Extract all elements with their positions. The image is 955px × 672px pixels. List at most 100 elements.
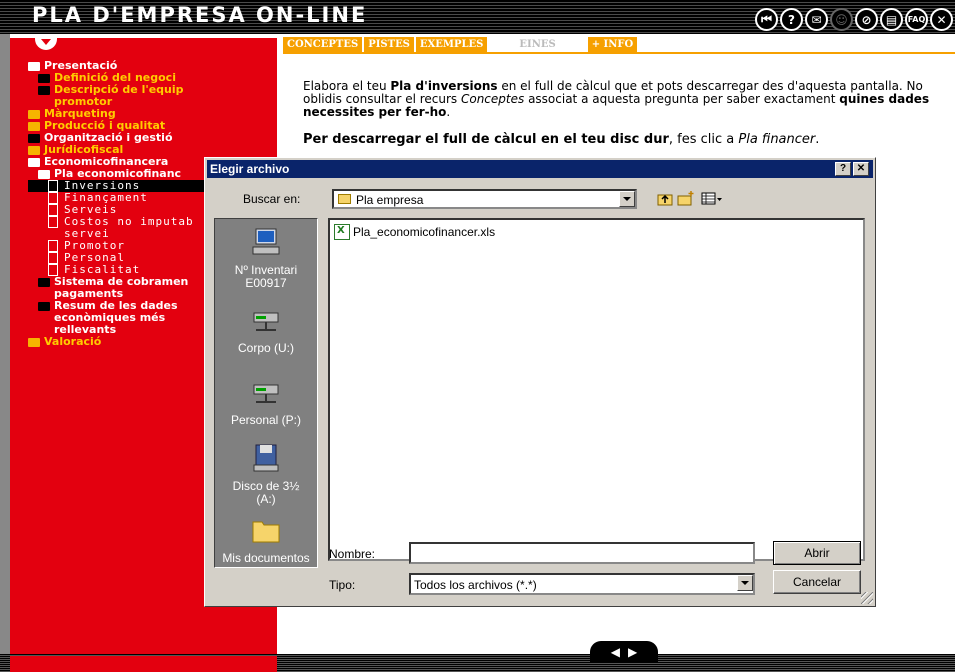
- open-folder-icon: [38, 169, 50, 179]
- tab-conceptes[interactable]: CONCEPTES: [283, 37, 363, 52]
- sidebar-item[interactable]: promotor: [28, 96, 278, 108]
- sidebar-item[interactable]: Definició del negoci: [28, 72, 278, 84]
- place-computer[interactable]: Nº Inventari E00917: [215, 227, 317, 290]
- file-type-dropdown[interactable]: Todos los archivos (*.*): [409, 573, 755, 595]
- cancel-button[interactable]: Cancelar: [773, 570, 861, 594]
- place-corpo[interactable]: Corpo (U:): [215, 305, 317, 355]
- sidebar-item[interactable]: Jurídicofiscal: [28, 144, 278, 156]
- prev-page-icon[interactable]: ◀: [611, 645, 620, 659]
- sidebar-item-label: Serveis: [64, 204, 118, 216]
- place-label: Corpo (U:): [237, 341, 294, 355]
- tab-exemples[interactable]: EXEMPLES: [415, 37, 488, 52]
- folder-icon: [38, 301, 50, 311]
- dialog-titlebar: Elegir archivo ? ✕: [207, 160, 873, 178]
- mail-icon[interactable]: ✉: [805, 8, 828, 31]
- sidebar-item-label: Organització i gestió: [44, 132, 173, 144]
- place-personal[interactable]: Personal (P:): [215, 377, 317, 427]
- sidebar-item-label: econòmiques més: [54, 312, 166, 324]
- computer-icon: [252, 228, 280, 255]
- place-label: Personal (P:): [230, 413, 302, 427]
- sidebar-item-label: servei: [64, 228, 110, 240]
- tab-info[interactable]: + INFO: [587, 37, 638, 52]
- up-folder-icon[interactable]: [657, 191, 673, 206]
- folder-icon: [338, 194, 351, 204]
- dialog-title: Elegir archivo: [210, 162, 290, 176]
- sidebar-item[interactable]: Presentació: [28, 60, 278, 72]
- home-back-icon[interactable]: ⏮: [755, 8, 778, 31]
- file-list[interactable]: Pla_economicofinancer.xls: [328, 218, 865, 561]
- text: Elabora el teu: [303, 79, 391, 93]
- sidebar-item-label: Valoració: [44, 336, 102, 348]
- sidebar-item-label: Inversions: [64, 180, 141, 192]
- document-icon: [48, 216, 58, 228]
- folder-icon: [38, 277, 50, 287]
- text: .: [446, 105, 451, 119]
- folder-icon: [28, 133, 40, 143]
- header-toolbar: ⏮ ? ✉ ☺ ⊘ ▤ FAQ ✕: [755, 8, 953, 31]
- folder-icon: [252, 521, 280, 543]
- user-icon: ☺: [830, 8, 853, 31]
- new-folder-icon[interactable]: [677, 190, 695, 206]
- sidebar-item-label: Personal: [64, 252, 125, 264]
- sidebar-item[interactable]: Descripció de l'equip: [28, 84, 278, 96]
- sidebar-item-label: Costos no imputab: [64, 216, 194, 228]
- sidebar-item-label: Economicofinancera: [44, 156, 169, 168]
- chevron-down-icon[interactable]: [737, 575, 753, 591]
- open-button[interactable]: Abrir: [773, 541, 861, 565]
- file-item[interactable]: Pla_economicofinancer.xls: [334, 224, 495, 240]
- pla-financer-link[interactable]: Pla financer: [738, 132, 815, 147]
- document-icon: [48, 192, 58, 204]
- folder-icon: [28, 109, 40, 119]
- sidebar-item-label: Fiscalitat: [64, 264, 141, 276]
- folder-icon: [28, 337, 40, 347]
- folder-icon: [38, 73, 50, 83]
- sidebar-item-label: Promotor: [64, 240, 125, 252]
- resize-grip-icon[interactable]: [861, 592, 873, 604]
- place-label-2: E00917: [245, 276, 287, 290]
- app-header: PLA D'EMPRESA ON-LINE ⏮ ? ✉ ☺ ⊘ ▤ FAQ ✕: [0, 0, 955, 34]
- view-menu-icon[interactable]: [701, 191, 723, 206]
- chevron-down-icon[interactable]: [619, 191, 635, 207]
- places-bar: Nº Inventari E00917 Corpo (U:) Personal …: [214, 218, 318, 568]
- open-folder-icon: [28, 61, 40, 71]
- tab-pistes[interactable]: PISTES: [364, 37, 414, 52]
- place-label: Mis documentos: [222, 551, 310, 565]
- next-page-icon[interactable]: ▶: [628, 645, 637, 659]
- sidebar-item[interactable]: Màrqueting: [28, 108, 278, 120]
- sidebar-item-label: Pla economicofinanc: [54, 168, 182, 180]
- folder-icon: [28, 121, 40, 131]
- document-icon: [48, 240, 58, 252]
- file-type-value: Todos los archivos (*.*): [414, 578, 537, 592]
- text: , fes clic a: [668, 132, 739, 147]
- look-in-dropdown[interactable]: Pla empresa: [332, 189, 637, 209]
- file-dialog: Elegir archivo ? ✕ Buscar en: Pla empres…: [204, 157, 876, 607]
- dialog-help-button[interactable]: ?: [835, 162, 851, 176]
- sidebar-item-label: Presentació: [44, 60, 118, 72]
- resource-tabs: CONCEPTES PISTES EXEMPLES EINES + INFO: [283, 37, 638, 52]
- sidebar-item[interactable]: Organització i gestió: [28, 132, 278, 144]
- open-folder-icon: [28, 157, 40, 167]
- network-drive-icon: [253, 384, 279, 403]
- text: .: [815, 132, 820, 147]
- sidebar-item-label: Màrqueting: [44, 108, 116, 120]
- place-label-2: (A:): [256, 492, 276, 506]
- faq-icon[interactable]: FAQ: [905, 8, 928, 31]
- place-floppy[interactable]: Disco de 3½ (A:): [215, 443, 317, 506]
- tab-eines: EINES: [489, 37, 586, 52]
- page-nav: ◀ ▶: [590, 641, 658, 663]
- excel-file-icon: [334, 224, 350, 240]
- tabs-underline: [283, 52, 955, 54]
- help-icon[interactable]: ?: [780, 8, 803, 31]
- text: associat a aquesta pregunta per saber ex…: [524, 92, 840, 106]
- file-name: Pla_economicofinancer.xls: [353, 225, 496, 239]
- attach-icon[interactable]: ⊘: [855, 8, 878, 31]
- sidebar-item[interactable]: Producció i qualitat: [28, 120, 278, 132]
- collapse-icon[interactable]: [35, 36, 57, 50]
- file-name-input[interactable]: [409, 542, 755, 564]
- folder-icon: [28, 145, 40, 155]
- place-my-documents[interactable]: Mis documentos: [215, 515, 317, 565]
- dialog-close-button[interactable]: ✕: [853, 162, 869, 176]
- notes-icon[interactable]: ▤: [880, 8, 903, 31]
- sidebar-item-label: Definició del negoci: [54, 72, 176, 84]
- exit-icon[interactable]: ✕: [930, 8, 953, 31]
